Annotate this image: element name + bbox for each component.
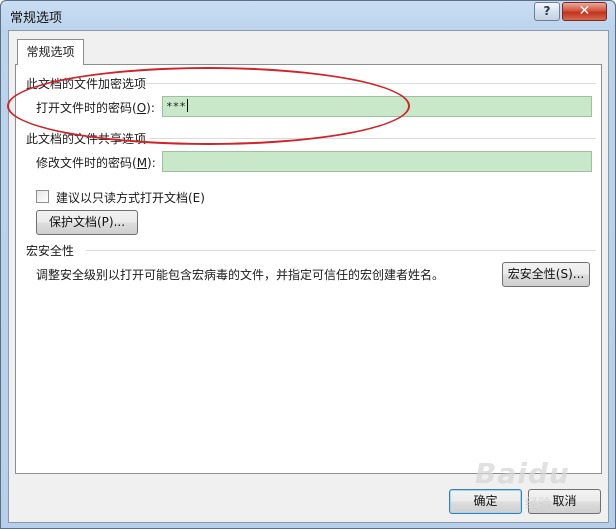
readonly-checkbox[interactable] (36, 190, 49, 203)
tab-general-options[interactable]: 常规选项 (17, 39, 84, 65)
macro-section-title: 宏安全性 (26, 244, 75, 258)
readonly-checkbox-label[interactable]: 建议以只读方式打开文档(E) (56, 189, 205, 206)
close-button[interactable]: ✕ (562, 2, 607, 21)
tab-panel: 此文档的文件加密选项 打开文件时的密码(O): *** 此文档的文件共享选项 修… (15, 64, 602, 474)
title-bar[interactable]: 常规选项 ? ✕ (1, 1, 615, 31)
protect-document-button[interactable]: 保护文档(P)... (36, 210, 138, 235)
encryption-section-title: 此文档的文件加密选项 (26, 77, 147, 91)
open-password-input[interactable]: *** (162, 96, 592, 117)
cancel-button[interactable]: 取消 (528, 489, 601, 514)
open-password-label: 打开文件时的密码(O): (36, 101, 155, 115)
window-title: 常规选项 (10, 11, 63, 26)
dialog-body: 常规选项 此文档的文件加密选项 打开文件时的密码(O): *** 此文档的文件共… (8, 30, 609, 523)
ok-button[interactable]: 确定 (449, 489, 522, 514)
sharing-section-title: 此文档的文件共享选项 (26, 132, 147, 146)
macro-security-button[interactable]: 宏安全性(S)... (502, 262, 590, 287)
section-divider (146, 83, 596, 84)
section-divider (150, 138, 596, 139)
modify-password-input[interactable] (162, 151, 592, 172)
text-cursor (186, 99, 188, 112)
macro-description: 调整安全级别以打开可能包含宏病毒的文件，并指定可信任的宏创建者姓名。 (36, 268, 445, 282)
help-button[interactable]: ? (534, 2, 560, 21)
modify-password-label: 修改文件时的密码(M): (36, 156, 156, 170)
section-divider (86, 250, 596, 251)
dialog-window: 常规选项 ? ✕ 常规选项 此文档的文件加密选项 打开文件时的密码(O): **… (0, 0, 616, 529)
